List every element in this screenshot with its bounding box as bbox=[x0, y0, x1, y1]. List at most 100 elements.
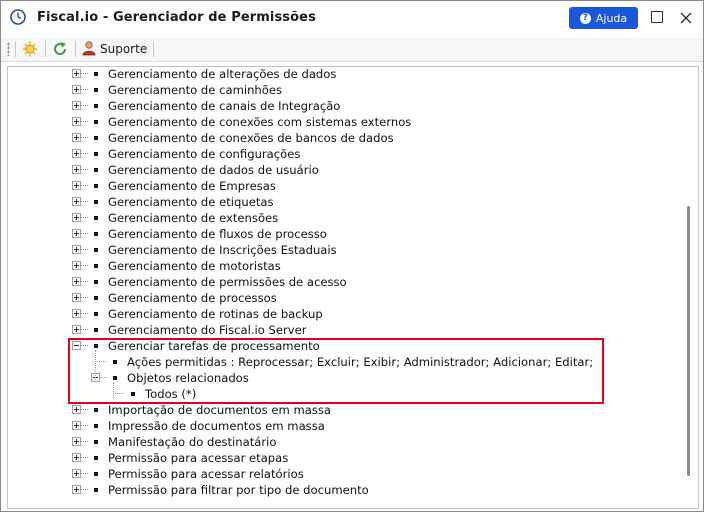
tree-item[interactable]: Gerenciamento de processos bbox=[8, 290, 678, 306]
expand-icon[interactable] bbox=[72, 261, 81, 270]
tree-item[interactable]: Importação de documentos em massa bbox=[8, 402, 678, 418]
window-title: Fiscal.io - Gerenciador de Permissões bbox=[37, 10, 316, 25]
sun-gear-icon[interactable] bbox=[21, 41, 39, 57]
collapse-icon[interactable] bbox=[72, 341, 81, 350]
tree-item[interactable]: Todos (*) bbox=[8, 386, 678, 402]
tree-item[interactable]: Gerenciamento de fluxos de processo bbox=[8, 226, 678, 242]
tree-item[interactable]: Permissão para acessar etapas bbox=[8, 450, 678, 466]
tree-item[interactable]: Gerenciamento de motoristas bbox=[8, 258, 678, 274]
scrollbar-thumb[interactable] bbox=[687, 206, 690, 476]
bullet-icon bbox=[94, 456, 98, 460]
tree-item[interactable]: Gerenciamento de rotinas de backup bbox=[8, 306, 678, 322]
tree-connector bbox=[81, 281, 88, 282]
expand-icon[interactable] bbox=[72, 69, 81, 78]
maximize-icon[interactable] bbox=[651, 11, 663, 23]
tree-connector bbox=[100, 377, 107, 378]
tree-connector bbox=[81, 169, 88, 170]
tree-item[interactable]: Gerenciamento de etiquetas bbox=[8, 194, 678, 210]
tree-item[interactable]: Gerenciamento de Empresas bbox=[8, 178, 678, 194]
bullet-icon bbox=[94, 344, 98, 348]
vertical-scrollbar[interactable] bbox=[685, 67, 697, 508]
tree-connector bbox=[81, 329, 88, 330]
expand-icon[interactable] bbox=[72, 293, 81, 302]
expand-icon[interactable] bbox=[72, 309, 81, 318]
refresh-icon[interactable] bbox=[51, 41, 69, 57]
tree-connector bbox=[81, 265, 88, 266]
bullet-icon bbox=[94, 184, 98, 188]
toolbar-grip[interactable] bbox=[7, 42, 10, 56]
bullet-icon bbox=[94, 472, 98, 476]
tree-item[interactable]: Gerenciamento de canais de Integração bbox=[8, 98, 678, 114]
help-button[interactable]: ? Ajuda bbox=[569, 7, 638, 29]
expand-icon[interactable] bbox=[72, 277, 81, 286]
tree-item-label: Gerenciamento de etiquetas bbox=[108, 195, 274, 209]
bullet-icon bbox=[94, 408, 98, 412]
tree-item[interactable]: Gerenciamento de alterações de dados bbox=[8, 67, 678, 82]
tree-item[interactable]: Gerenciamento de conexões com sistemas e… bbox=[8, 114, 678, 130]
tree-item[interactable]: Gerenciamento de conexões de bancos de d… bbox=[8, 130, 678, 146]
tree-item[interactable]: Gerenciamento de dados de usuário bbox=[8, 162, 678, 178]
tree-item[interactable]: Gerenciamento de configurações bbox=[8, 146, 678, 162]
tree-connector bbox=[113, 393, 124, 394]
bullet-icon bbox=[94, 280, 98, 284]
tree-item[interactable]: Gerenciamento de caminhões bbox=[8, 82, 678, 98]
tree-item[interactable]: Gerenciamento de permissões de acesso bbox=[8, 274, 678, 290]
permissions-tree[interactable]: Gerenciamento de alterações de dados Gere… bbox=[7, 66, 699, 509]
expand-icon[interactable] bbox=[72, 133, 81, 142]
permissions-manager-window: Fiscal.io - Gerenciador de Permissões ? … bbox=[0, 0, 704, 512]
tree-connector bbox=[81, 73, 88, 74]
tree-item[interactable]: Gerenciamento do Fiscal.io Server bbox=[8, 322, 678, 338]
expand-icon[interactable] bbox=[72, 181, 81, 190]
close-icon[interactable] bbox=[679, 10, 693, 24]
tree-item-label: Impressão de documentos em massa bbox=[108, 419, 325, 433]
expand-icon[interactable] bbox=[72, 485, 81, 494]
expand-icon[interactable] bbox=[72, 405, 81, 414]
tree-item-label: Gerenciamento de caminhões bbox=[108, 83, 283, 97]
expand-icon[interactable] bbox=[72, 453, 81, 462]
expand-icon[interactable] bbox=[72, 213, 81, 222]
expand-icon[interactable] bbox=[72, 117, 81, 126]
tree-item-label: Gerenciamento de canais de Integração bbox=[108, 99, 341, 113]
tree-item[interactable]: Impressão de documentos em massa bbox=[8, 418, 678, 434]
tree-item[interactable]: Gerenciar tarefas de processamento bbox=[8, 338, 678, 354]
tree-connector bbox=[81, 345, 88, 346]
tree-item[interactable]: Objetos relacionados bbox=[8, 370, 678, 386]
tree-item[interactable]: Ações permitidas : Reprocessar; Excluir;… bbox=[8, 354, 678, 370]
tree-connector bbox=[81, 105, 88, 106]
tree-connector bbox=[81, 297, 88, 298]
tree-connector bbox=[81, 185, 88, 186]
bullet-icon bbox=[94, 136, 98, 140]
expand-icon[interactable] bbox=[72, 149, 81, 158]
toolbar: Suporte bbox=[1, 37, 703, 62]
expand-icon[interactable] bbox=[72, 165, 81, 174]
tree-item[interactable]: Gerenciamento de extensões bbox=[8, 210, 678, 226]
expand-icon[interactable] bbox=[72, 469, 81, 478]
tree-item[interactable]: Gerenciamento de Inscrições Estaduais bbox=[8, 242, 678, 258]
expand-icon[interactable] bbox=[72, 245, 81, 254]
bullet-icon bbox=[113, 376, 117, 380]
tree-item-label: Gerenciamento de dados de usuário bbox=[108, 163, 319, 177]
tree-item[interactable]: Manifestação do destinatário bbox=[8, 434, 678, 450]
tree-connector bbox=[81, 137, 88, 138]
expand-icon[interactable] bbox=[72, 437, 81, 446]
tree-item-label: Objetos relacionados bbox=[127, 371, 249, 385]
bullet-icon bbox=[94, 200, 98, 204]
bullet-icon bbox=[94, 168, 98, 172]
tree-item[interactable]: Permissão para filtrar por tipo de docum… bbox=[8, 482, 678, 498]
expand-icon[interactable] bbox=[72, 197, 81, 206]
tree-item[interactable]: Permissão para acessar relatórios bbox=[8, 466, 678, 482]
tree-item-label: Gerenciamento de processos bbox=[108, 291, 277, 305]
tree-item-label: Gerenciamento de permissões de acesso bbox=[108, 275, 347, 289]
tree-item-label: Gerenciamento do Fiscal.io Server bbox=[108, 323, 307, 337]
expand-icon[interactable] bbox=[72, 85, 81, 94]
tree-item-label: Gerenciamento de motoristas bbox=[108, 259, 281, 273]
expand-icon[interactable] bbox=[72, 101, 81, 110]
tree-item-label: Gerenciamento de fluxos de processo bbox=[108, 227, 327, 241]
support-button[interactable]: Suporte bbox=[81, 40, 147, 58]
tree-item-label: Gerenciamento de extensões bbox=[108, 211, 279, 225]
expand-icon[interactable] bbox=[72, 325, 81, 334]
expand-icon[interactable] bbox=[72, 229, 81, 238]
bullet-icon bbox=[94, 72, 98, 76]
bullet-icon bbox=[94, 296, 98, 300]
expand-icon[interactable] bbox=[72, 421, 81, 430]
